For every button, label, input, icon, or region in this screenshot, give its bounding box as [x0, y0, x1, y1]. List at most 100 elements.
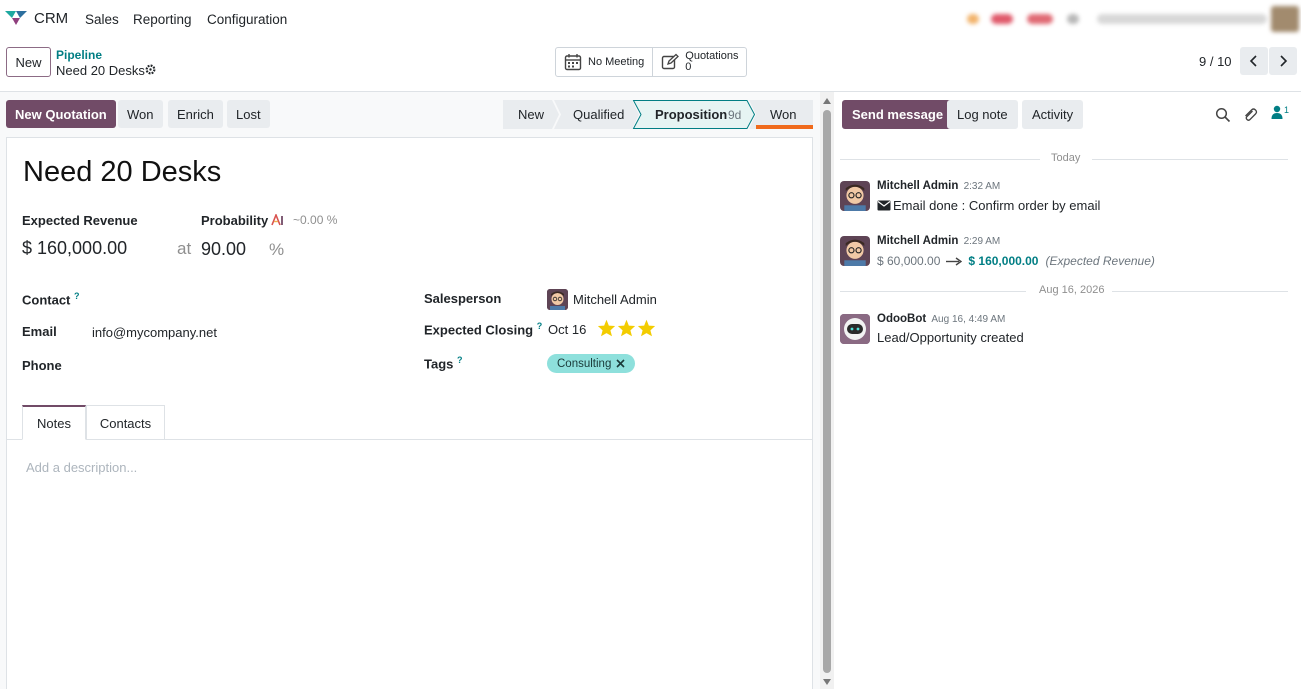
stage-new[interactable]: New	[518, 107, 544, 122]
followers-button[interactable]: 1	[1271, 105, 1289, 119]
won-stage-underline	[756, 125, 813, 129]
company-switcher[interactable]	[1097, 14, 1267, 24]
systray	[961, 6, 1301, 32]
log-note-button[interactable]: Log note	[947, 100, 1018, 129]
tags-label: Tags ?	[424, 355, 463, 371]
separator-label: Aug 16, 2026	[1039, 284, 1105, 296]
scroll-down-arrow-icon[interactable]	[823, 679, 831, 685]
user-icon	[1271, 105, 1283, 119]
avatar[interactable]	[840, 181, 870, 211]
breadcrumb-pipeline[interactable]: Pipeline	[56, 48, 102, 62]
notebook-tabs: Notes Contacts	[7, 405, 812, 440]
message-author[interactable]: OdooBot Aug 16, 4:49 AM	[877, 313, 1005, 325]
quotations-count: 0	[685, 61, 692, 73]
chatter-panel: Send message Log note Activity 1 Today M…	[834, 92, 1301, 689]
odoobot-avatar-icon	[840, 314, 870, 344]
expected-closing-input[interactable]: Oct 16	[548, 322, 586, 337]
close-icon[interactable]	[616, 359, 625, 368]
systray-icon[interactable]	[967, 14, 979, 24]
separator-line	[840, 159, 1040, 160]
contact-label-text: Contact	[22, 292, 71, 308]
opportunity-title[interactable]: Need 20 Desks	[23, 156, 221, 189]
scrollbar-thumb[interactable]	[823, 110, 831, 673]
chevron-right-icon	[1280, 55, 1288, 67]
expected-closing-label-text: Expected Closing	[424, 322, 534, 338]
breadcrumb-current: Need 20 Desks	[56, 63, 145, 78]
tab-contacts[interactable]: Contacts	[86, 405, 165, 440]
tab-notes[interactable]: Notes	[22, 405, 86, 440]
message-body: Lead/Opportunity created	[877, 330, 1024, 345]
expected-revenue-label: Expected Revenue	[22, 213, 138, 228]
avatar[interactable]	[840, 314, 870, 344]
envelope-icon	[877, 200, 891, 211]
probability-input[interactable]: 90.00	[201, 239, 246, 260]
at-label: at	[177, 239, 192, 258]
systray-icon[interactable]	[991, 14, 1013, 24]
paperclip-icon[interactable]	[1242, 107, 1258, 123]
form-sheet: Need 20 Desks Expected Revenue Probabili…	[6, 137, 813, 689]
crm-logo-icon[interactable]	[4, 9, 28, 27]
quotations-smart-button[interactable]: Quotations 0	[652, 48, 746, 76]
stage-duration-badge: 9d	[728, 108, 742, 122]
tracking-new-value: $ 160,000.00	[968, 254, 1039, 268]
calendar-icon	[564, 54, 582, 71]
author-name: Mitchell Admin	[877, 235, 959, 247]
pager-value[interactable]: 9 / 10	[1199, 54, 1232, 69]
star-icon[interactable]	[637, 319, 656, 337]
tag-consulting[interactable]: Consulting	[547, 354, 636, 373]
app-name[interactable]: CRM	[34, 10, 68, 27]
smart-buttons: No Meeting Quotations 0	[555, 47, 748, 77]
pager-previous-button[interactable]	[1240, 47, 1268, 75]
tracking-value: $ 60,000.00 $ 160,000.00 (Expected Reven…	[877, 254, 1155, 268]
enrich-button[interactable]: Enrich	[168, 100, 223, 128]
percent-sign: %	[269, 240, 285, 259]
star-icon[interactable]	[597, 319, 616, 337]
lost-button[interactable]: Lost	[227, 100, 270, 128]
new-button[interactable]: New	[6, 47, 51, 77]
tracking-old-value: $ 60,000.00	[877, 254, 941, 268]
menu-sales[interactable]: Sales	[85, 12, 119, 27]
message-author[interactable]: Mitchell Admin 2:29 AM	[877, 235, 1000, 247]
probability-label: Probability	[201, 213, 269, 228]
contact-help-icon[interactable]: ?	[74, 291, 80, 301]
avatar[interactable]	[840, 236, 870, 266]
menu-reporting[interactable]: Reporting	[133, 12, 192, 27]
menu-configuration[interactable]: Configuration	[207, 12, 287, 27]
email-label: Email	[22, 324, 57, 339]
salesperson-input[interactable]: Mitchell Admin	[573, 292, 657, 307]
systray-icon[interactable]	[1027, 14, 1053, 24]
send-message-button[interactable]: Send message	[842, 100, 954, 129]
gear-icon[interactable]	[145, 64, 156, 75]
person-avatar-icon	[547, 289, 568, 310]
email-input[interactable]: info@mycompany.net	[92, 325, 217, 340]
message-author[interactable]: Mitchell Admin 2:32 AM	[877, 180, 1000, 192]
separator-line	[1112, 291, 1288, 292]
systray-icon[interactable]	[1067, 14, 1079, 24]
stage-qualified[interactable]: Qualified	[573, 107, 624, 122]
phone-label: Phone	[22, 358, 62, 373]
author-name: Mitchell Admin	[877, 180, 959, 192]
won-button[interactable]: Won	[118, 100, 163, 128]
notes-editor[interactable]: Add a description...	[26, 460, 137, 475]
stage-won[interactable]: Won	[770, 107, 797, 122]
activity-button[interactable]: Activity	[1022, 100, 1084, 129]
priority-widget	[597, 319, 656, 337]
arrow-right-icon	[946, 256, 963, 266]
tags-help-icon[interactable]: ?	[457, 355, 463, 365]
meeting-smart-button[interactable]: No Meeting	[556, 48, 652, 76]
expected-closing-label: Expected Closing ?	[424, 321, 542, 337]
stage-proposition[interactable]: Proposition	[655, 107, 727, 122]
separator-line	[1092, 159, 1288, 160]
tags-label-text: Tags	[424, 356, 454, 372]
search-icon[interactable]	[1215, 107, 1231, 123]
expected-revenue-input[interactable]: $ 160,000.00	[22, 238, 127, 259]
scroll-up-arrow-icon[interactable]	[823, 98, 831, 104]
star-icon[interactable]	[617, 319, 636, 337]
user-avatar[interactable]	[1271, 6, 1299, 32]
new-quotation-button[interactable]: New Quotation	[6, 100, 116, 128]
pencil-square-icon	[662, 53, 680, 70]
control-panel: New Pipeline Need 20 Desks No Meeting Qu…	[0, 38, 1301, 92]
pager-next-button[interactable]	[1269, 47, 1297, 75]
meeting-label: No Meeting	[588, 56, 645, 68]
expected-closing-help-icon[interactable]: ?	[537, 321, 543, 331]
